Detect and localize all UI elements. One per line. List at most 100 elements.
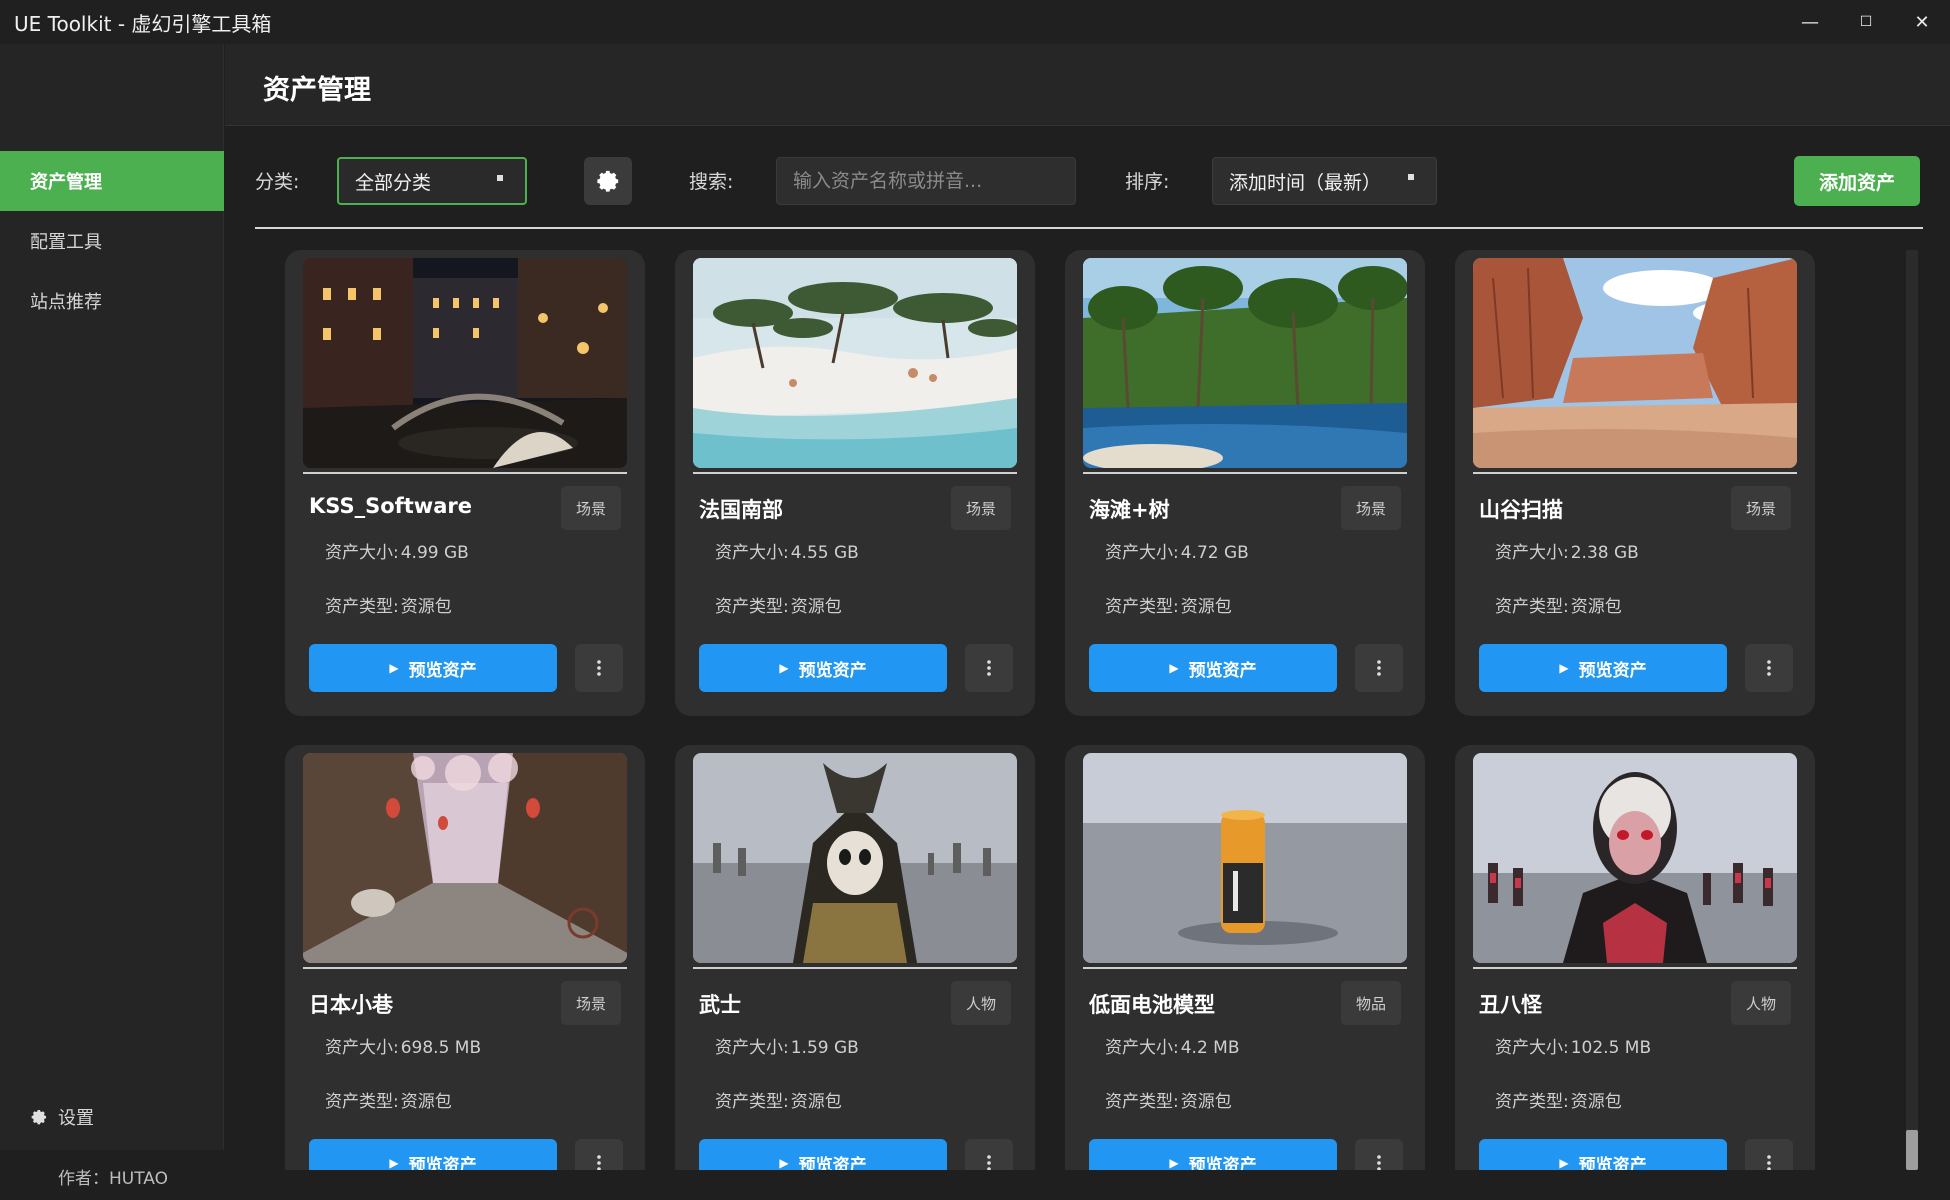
- preview-asset-button[interactable]: ▶ 预览资产: [1479, 1139, 1727, 1170]
- more-options-button[interactable]: [1745, 644, 1793, 692]
- asset-type-label: 资产类型:: [1105, 1092, 1179, 1112]
- more-vertical-icon: [597, 660, 601, 676]
- more-vertical-icon: [987, 1155, 991, 1170]
- asset-size: 资产大小: 698.5 MB: [325, 1033, 481, 1058]
- asset-size-value: 4.72 GB: [1180, 543, 1249, 563]
- asset-type: 资产类型: 资源包: [715, 1087, 842, 1112]
- minimize-button[interactable]: —: [1782, 0, 1838, 44]
- asset-type-value: 资源包: [400, 597, 452, 617]
- preview-asset-button[interactable]: ▶ 预览资产: [309, 644, 557, 692]
- more-options-button[interactable]: [1745, 1139, 1793, 1170]
- asset-type-label: 资产类型:: [715, 1092, 789, 1112]
- card-divider: [1473, 472, 1797, 474]
- settings-link[interactable]: 设置: [30, 1104, 94, 1130]
- gear-icon: [31, 1109, 47, 1125]
- asset-thumbnail[interactable]: [303, 258, 627, 468]
- preview-asset-button[interactable]: ▶ 预览资产: [309, 1139, 557, 1170]
- asset-tag: 人物: [1731, 981, 1791, 1025]
- asset-size-value: 2.38 GB: [1570, 543, 1639, 563]
- more-vertical-icon: [1377, 660, 1381, 676]
- sort-select[interactable]: 添加时间（最新）: [1212, 157, 1437, 205]
- preview-asset-button[interactable]: ▶ 预览资产: [1089, 1139, 1337, 1170]
- asset-tag: 场景: [561, 486, 621, 530]
- asset-type: 资产类型: 资源包: [325, 1087, 452, 1112]
- asset-card[interactable]: 山谷扫描 场景 资产大小: 2.38 GB 资产类型: 资源包 ▶ 预览资产: [1455, 250, 1815, 716]
- play-icon: ▶: [1559, 1156, 1569, 1170]
- play-icon: ▶: [389, 1156, 399, 1170]
- asset-type-label: 资产类型:: [325, 597, 399, 617]
- preview-label: 预览资产: [408, 1155, 477, 1171]
- asset-tag: 场景: [1341, 486, 1401, 530]
- asset-size-value: 4.2 MB: [1180, 1038, 1240, 1058]
- asset-thumbnail[interactable]: [693, 258, 1017, 468]
- asset-type-value: 资源包: [790, 597, 842, 617]
- asset-size-label: 资产大小:: [715, 1038, 789, 1058]
- preview-label: 预览资产: [798, 660, 867, 681]
- asset-card[interactable]: 武士 人物 资产大小: 1.59 GB 资产类型: 资源包 ▶ 预览资产: [675, 745, 1035, 1170]
- asset-type: 资产类型: 资源包: [1495, 1087, 1622, 1112]
- add-asset-button[interactable]: 添加资产: [1794, 156, 1920, 206]
- asset-size-label: 资产大小:: [325, 543, 399, 563]
- play-icon: ▶: [779, 1156, 789, 1170]
- more-options-button[interactable]: [965, 644, 1013, 692]
- sidebar-item-asset-management[interactable]: 资产管理: [0, 151, 224, 211]
- window-title: UE Toolkit - 虚幻引擎工具箱: [14, 11, 272, 36]
- sidebar-item-config-tools[interactable]: 配置工具: [0, 211, 224, 271]
- asset-tag: 场景: [951, 486, 1011, 530]
- sort-value: 添加时间（最新）: [1229, 171, 1382, 194]
- preview-label: 预览资产: [1578, 1155, 1647, 1171]
- sidebar-item-site-recommend[interactable]: 站点推荐: [0, 271, 224, 331]
- card-divider: [693, 472, 1017, 474]
- asset-thumbnail[interactable]: [1473, 753, 1797, 963]
- asset-thumbnail[interactable]: [1083, 753, 1407, 963]
- asset-card[interactable]: 日本小巷 场景 资产大小: 698.5 MB 资产类型: 资源包 ▶ 预览资产: [285, 745, 645, 1170]
- card-divider: [1083, 967, 1407, 969]
- asset-card[interactable]: 丑八怪 人物 资产大小: 102.5 MB 资产类型: 资源包 ▶ 预览资产: [1455, 745, 1815, 1170]
- asset-grid: KSS_Software 场景 资产大小: 4.99 GB 资产类型: 资源包 ▶ 预…: [285, 250, 1815, 1170]
- author-label: 作者：HUTAO: [58, 1169, 169, 1189]
- more-options-button[interactable]: [1355, 1139, 1403, 1170]
- asset-type-label: 资产类型:: [1495, 1092, 1569, 1112]
- more-options-button[interactable]: [575, 1139, 623, 1170]
- close-button[interactable]: ✕: [1894, 0, 1950, 44]
- sort-label: 排序:: [1125, 171, 1170, 193]
- preview-label: 预览资产: [408, 660, 477, 681]
- asset-size-value: 4.99 GB: [400, 543, 469, 563]
- more-options-button[interactable]: [575, 644, 623, 692]
- preview-label: 预览资产: [1578, 660, 1647, 681]
- dropdown-caret-icon: [1408, 174, 1414, 180]
- asset-thumbnail[interactable]: [1473, 258, 1797, 468]
- asset-thumbnail[interactable]: [303, 753, 627, 963]
- preview-label: 预览资产: [1188, 660, 1257, 681]
- asset-card[interactable]: 海滩+树 场景 资产大小: 4.72 GB 资产类型: 资源包 ▶ 预览资产: [1065, 250, 1425, 716]
- asset-thumbnail[interactable]: [1083, 258, 1407, 468]
- asset-name: KSS_Software: [309, 494, 472, 518]
- asset-size-value: 1.59 GB: [790, 1038, 859, 1058]
- category-settings-button[interactable]: [584, 157, 632, 205]
- card-divider: [1473, 967, 1797, 969]
- asset-name: 低面电池模型: [1089, 993, 1215, 1017]
- preview-asset-button[interactable]: ▶ 预览资产: [1089, 644, 1337, 692]
- asset-size-value: 102.5 MB: [1570, 1038, 1652, 1058]
- asset-size-value: 698.5 MB: [400, 1038, 482, 1058]
- asset-tag: 场景: [1731, 486, 1791, 530]
- title-bar: UE Toolkit - 虚幻引擎工具箱 — ☐ ✕: [0, 0, 1950, 44]
- preview-asset-button[interactable]: ▶ 预览资产: [699, 1139, 947, 1170]
- more-options-button[interactable]: [1355, 644, 1403, 692]
- play-icon: ▶: [1559, 661, 1569, 675]
- asset-card[interactable]: 低面电池模型 物品 资产大小: 4.2 MB 资产类型: 资源包 ▶ 预览资产: [1065, 745, 1425, 1170]
- asset-tag: 物品: [1341, 981, 1401, 1025]
- scrollbar[interactable]: [1906, 250, 1918, 1170]
- more-options-button[interactable]: [965, 1139, 1013, 1170]
- asset-thumbnail[interactable]: [693, 753, 1017, 963]
- category-select[interactable]: 全部分类: [337, 157, 527, 205]
- scrollbar-thumb[interactable]: [1906, 1130, 1918, 1170]
- preview-asset-button[interactable]: ▶ 预览资产: [1479, 644, 1727, 692]
- asset-size-label: 资产大小:: [715, 543, 789, 563]
- search-input[interactable]: [776, 157, 1076, 205]
- asset-card[interactable]: KSS_Software 场景 资产大小: 4.99 GB 资产类型: 资源包 ▶ 预…: [285, 250, 645, 716]
- preview-asset-button[interactable]: ▶ 预览资产: [699, 644, 947, 692]
- asset-card[interactable]: 法国南部 场景 资产大小: 4.55 GB 资产类型: 资源包 ▶ 预览资产: [675, 250, 1035, 716]
- asset-name: 日本小巷: [309, 993, 393, 1017]
- maximize-button[interactable]: ☐: [1838, 0, 1894, 44]
